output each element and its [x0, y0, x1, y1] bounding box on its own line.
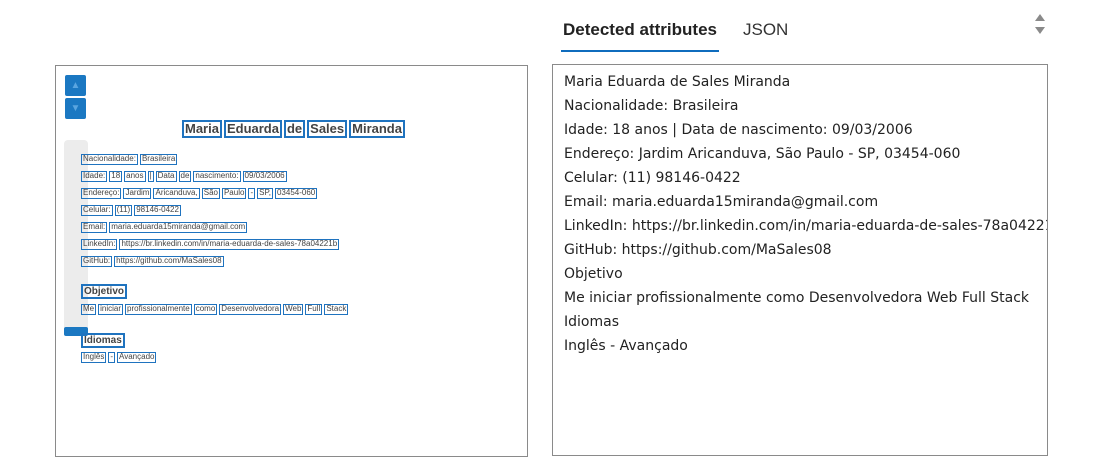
ocr-word-box[interactable]: 18	[109, 171, 123, 182]
ocr-word-box[interactable]: como	[193, 304, 218, 315]
ocr-line: Maria Eduarda de Sales Miranda	[182, 120, 405, 139]
tab-bar: Detected attributes JSON	[561, 12, 812, 52]
zoom-in-button[interactable]: ▲	[65, 75, 86, 96]
zoom-out-button[interactable]: ▼	[65, 98, 86, 119]
ocr-word-box[interactable]: LinkedIn:	[81, 239, 118, 250]
ocr-line: Me iniciar profissionalmente como Desenvolve…	[81, 304, 349, 315]
ocr-word-box[interactable]: anos	[124, 171, 146, 182]
extracted-line: Nacionalidade: Brasileira	[564, 98, 739, 114]
ocr-line: Inglês - Avançado	[81, 352, 157, 363]
ocr-word-box[interactable]: São	[201, 188, 220, 199]
ocr-word-box[interactable]: Objetivo	[81, 284, 128, 299]
ocr-line: Objetivo	[81, 284, 128, 299]
ocr-word-box[interactable]: Idade:	[81, 171, 108, 182]
extracted-line: Celular: (11) 98146-0422	[564, 170, 741, 186]
ocr-word-box[interactable]: SP,	[257, 188, 273, 199]
minus-icon: ▼	[70, 103, 81, 114]
ocr-line: Nacionalidade: Brasileira	[81, 154, 178, 165]
ocr-word-box[interactable]: de	[178, 171, 192, 182]
ocr-word-box[interactable]: 98146-0422	[134, 205, 181, 216]
ocr-word-box[interactable]: Eduarda	[223, 120, 282, 139]
extracted-line: Idiomas	[564, 314, 619, 330]
tab-json[interactable]: JSON	[741, 12, 790, 52]
ocr-word-box[interactable]: Email:	[81, 222, 108, 233]
ocr-word-box[interactable]: profissionalmente	[125, 304, 192, 315]
ocr-line: Idiomas	[81, 333, 125, 348]
ocr-word-box[interactable]: Data	[155, 171, 177, 182]
ocr-word-box[interactable]: Me	[81, 304, 97, 315]
ocr-word-box[interactable]: 09/03/2006	[242, 171, 287, 182]
extracted-line: Maria Eduarda de Sales Miranda	[564, 74, 791, 90]
ocr-line: Endereço: Jardim Aricanduva, São Paulo - SP, 03…	[81, 188, 318, 199]
ocr-word-box[interactable]: Brasileira	[139, 154, 178, 165]
extracted-line: Idade: 18 anos | Data de nascimento: 09/…	[564, 122, 913, 138]
ocr-word-box[interactable]: https://github.com/MaSales08	[114, 256, 224, 267]
ocr-word-box[interactable]: nascimento:	[193, 171, 241, 182]
ocr-word-box[interactable]: Avançado	[117, 352, 157, 363]
ocr-word-box[interactable]: -	[248, 188, 256, 199]
ocr-word-box[interactable]: 03454-060	[274, 188, 318, 199]
ocr-line: GitHub: https://github.com/MaSales08	[81, 256, 224, 267]
extracted-line: LinkedIn: https://br.linkedin.com/in/mar…	[564, 218, 1048, 234]
tab-scroll-control[interactable]	[1033, 12, 1047, 48]
ocr-word-box[interactable]: Idiomas	[81, 333, 125, 348]
document-preview: ▲ ▼ Maria Eduarda de Sales Miranda Nacionalid…	[55, 65, 528, 457]
ocr-word-box[interactable]: Jardim	[123, 188, 152, 199]
ocr-word-box[interactable]: Web	[283, 304, 304, 315]
ocr-line: Email: maria.eduarda15miranda@gmail.com	[81, 222, 248, 233]
ocr-word-box[interactable]: Desenvolvedora	[219, 304, 282, 315]
ocr-word-box[interactable]: -	[108, 352, 116, 363]
scroll-up-icon[interactable]	[1035, 14, 1045, 21]
extracted-line: Objetivo	[564, 266, 623, 282]
ocr-word-box[interactable]: Aricanduva,	[153, 188, 200, 199]
plus-icon: ▲	[70, 80, 81, 91]
ocr-word-box[interactable]: de	[283, 120, 306, 139]
ocr-word-box[interactable]: Celular:	[81, 205, 113, 216]
ocr-line: LinkedIn: https://br.linkedin.com/in/mari…	[81, 239, 340, 250]
extracted-line: GitHub: https://github.com/MaSales08	[564, 242, 832, 258]
extracted-text-panel[interactable]: Maria Eduarda de Sales Miranda Nacionalid…	[552, 64, 1048, 456]
extracted-line: Endereço: Jardim Aricanduva, São Paulo -…	[564, 146, 961, 162]
ocr-word-box[interactable]: Nacionalidade:	[81, 154, 138, 165]
ocr-word-box[interactable]: (11)	[114, 205, 133, 216]
extracted-line: Inglês - Avançado	[564, 338, 688, 354]
scroll-down-icon[interactable]	[1035, 27, 1045, 34]
ocr-word-box[interactable]: Stack	[324, 304, 349, 315]
ocr-word-box[interactable]: Full	[305, 304, 323, 315]
extracted-line: Me iniciar profissionalmente como Desenv…	[564, 290, 1030, 306]
ocr-word-box[interactable]: GitHub:	[81, 256, 113, 267]
ocr-word-box[interactable]: |	[147, 171, 154, 182]
ocr-word-box[interactable]: Maria	[182, 120, 222, 139]
extracted-line: Email: maria.eduarda15miranda@gmail.com	[564, 194, 879, 210]
ocr-word-box[interactable]: maria.eduarda15miranda@gmail.com	[109, 222, 248, 233]
tab-detected-attributes[interactable]: Detected attributes	[561, 12, 719, 52]
ocr-word-box[interactable]: Paulo	[221, 188, 247, 199]
ocr-word-box[interactable]: Miranda	[349, 120, 405, 139]
ocr-word-box[interactable]: Endereço:	[81, 188, 122, 199]
ocr-line: Celular: (11) 98146-0422	[81, 205, 181, 216]
ocr-word-box[interactable]: Sales	[307, 120, 348, 139]
ocr-word-box[interactable]: https://br.linkedin.com/in/maria-eduarda…	[119, 239, 340, 250]
ocr-line: Idade: 18 anos | Data de nascimento: 09/03/2006	[81, 171, 287, 182]
ocr-word-box[interactable]: Inglês	[81, 352, 107, 363]
ocr-word-box[interactable]: iniciar	[98, 304, 124, 315]
